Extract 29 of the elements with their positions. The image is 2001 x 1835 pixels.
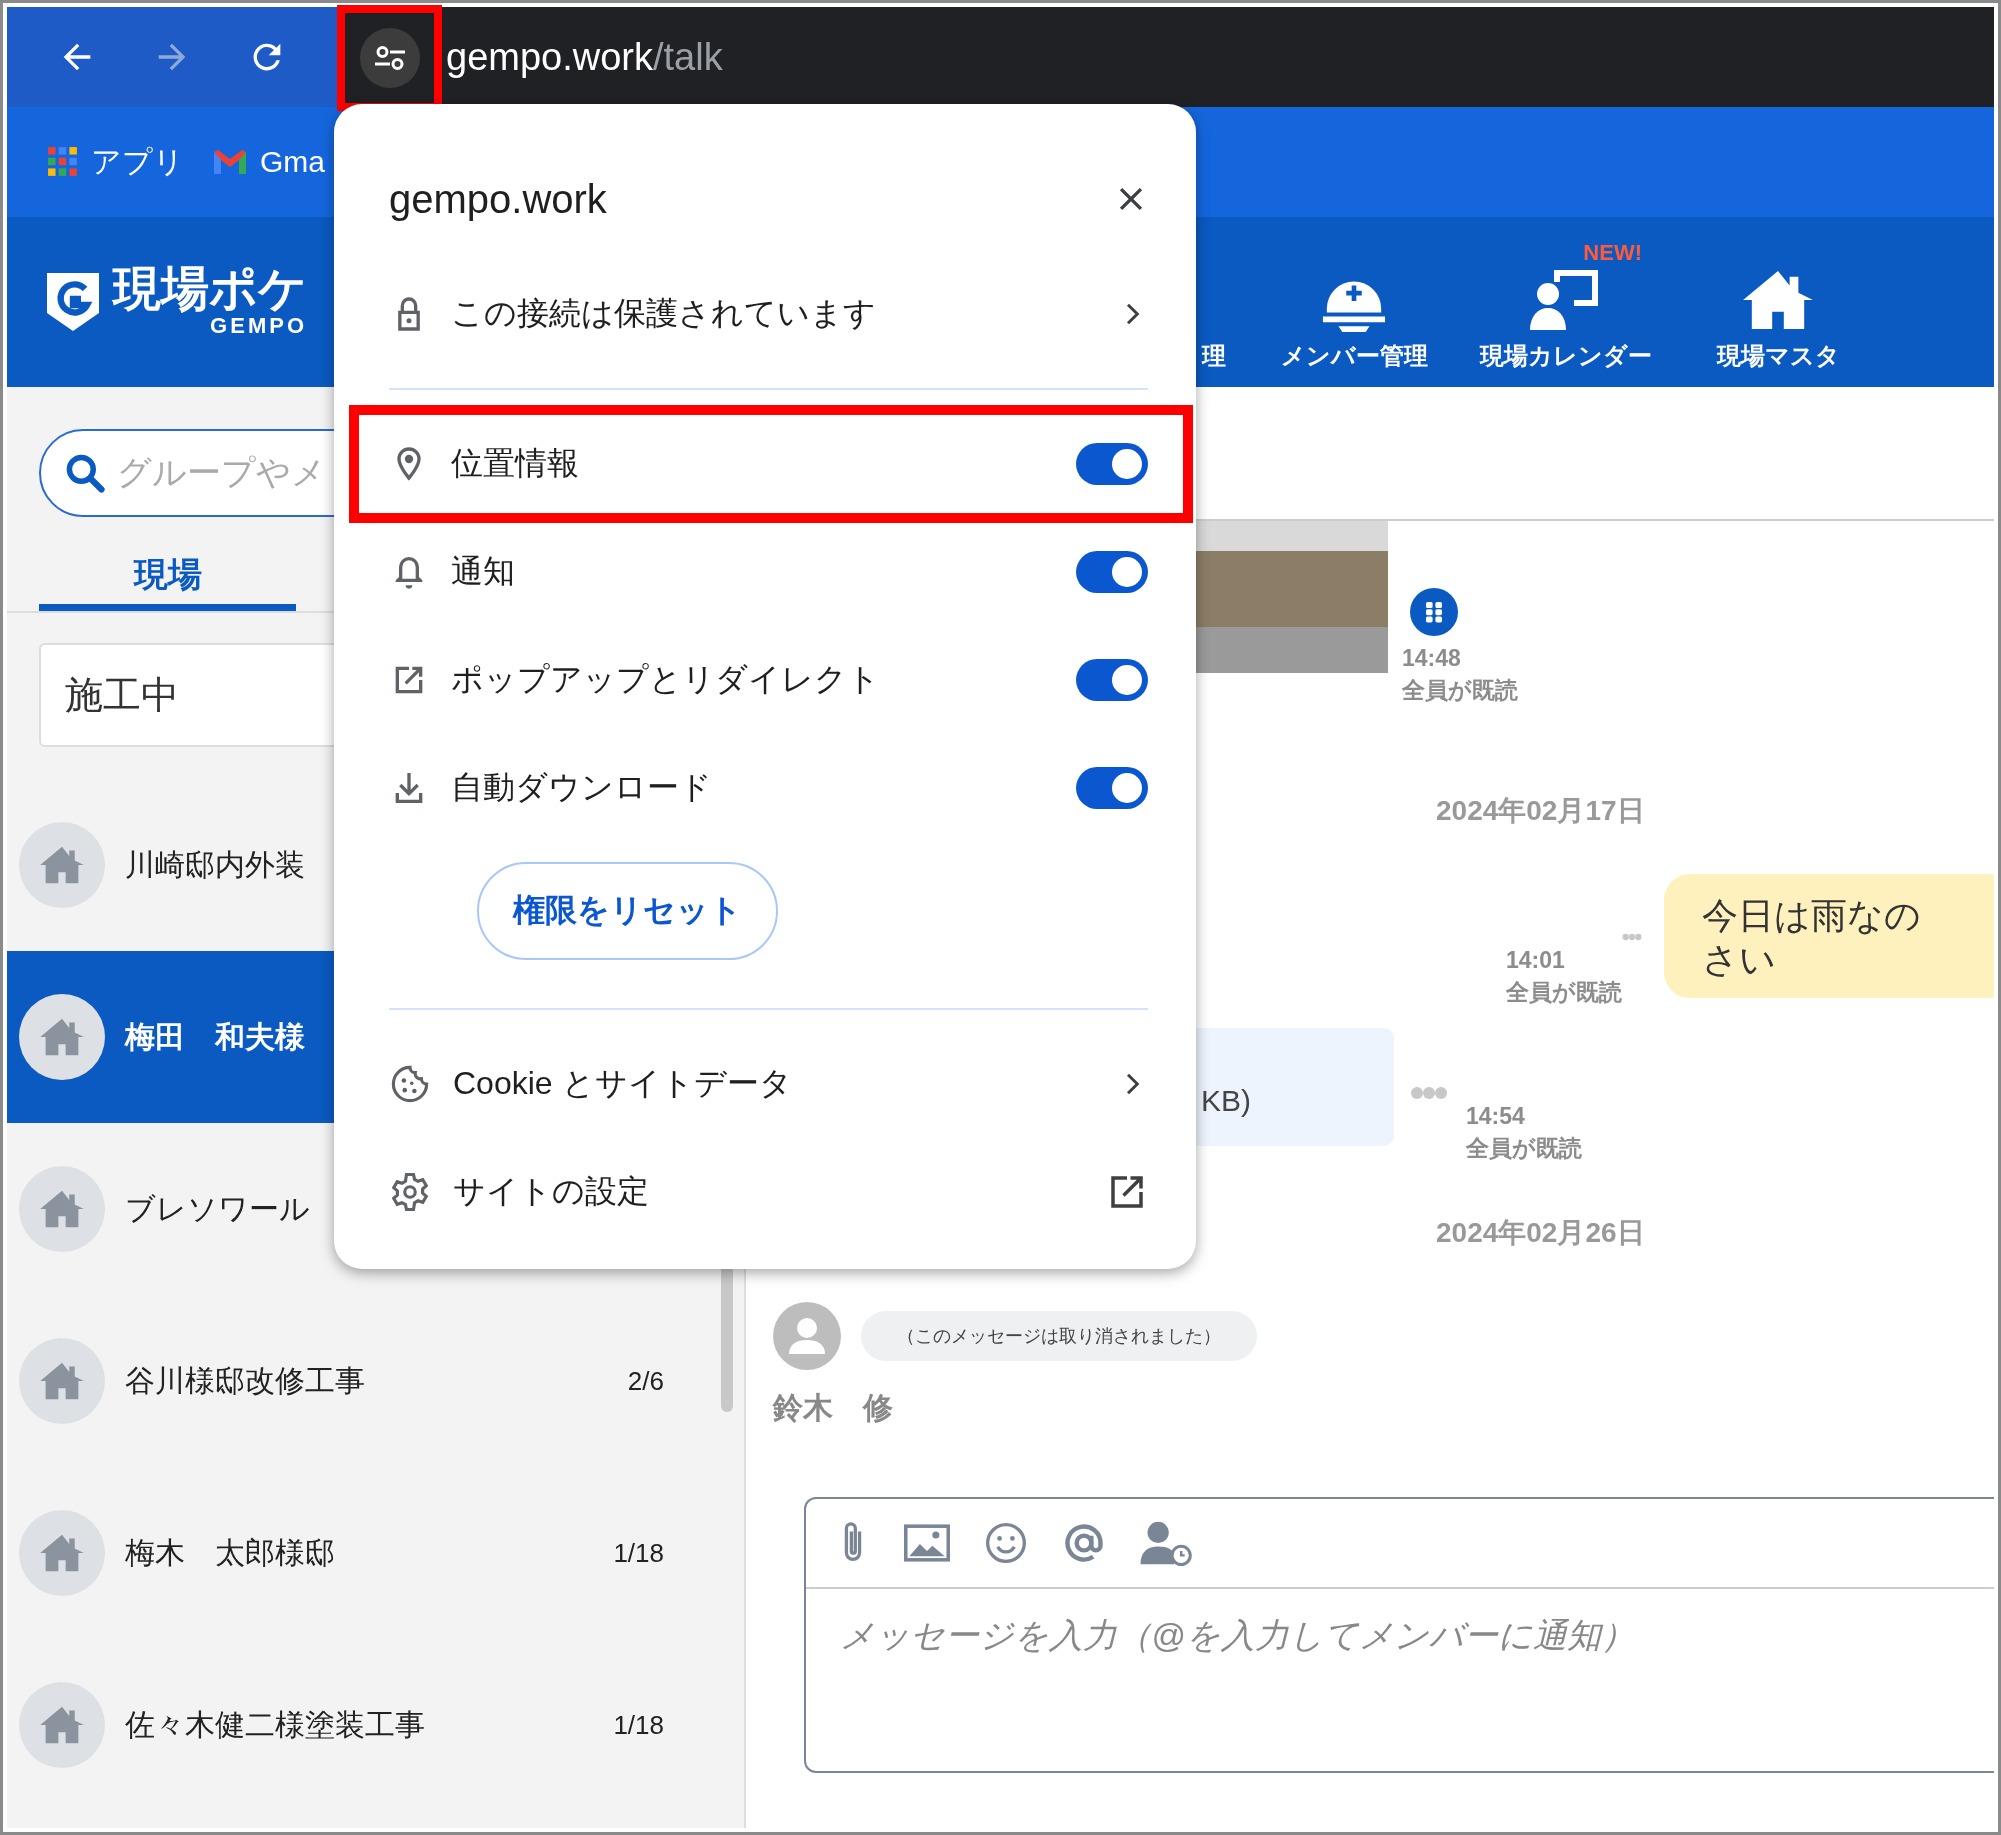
site-name: 佐々木健二様塗装工事	[125, 1706, 425, 1743]
site-name: 谷川様邸改修工事	[125, 1362, 365, 1399]
message-time: 14:01	[1506, 946, 1566, 975]
logo-text: 現場ポケ	[113, 265, 307, 313]
unread-count: 1/18	[613, 1709, 664, 1741]
site-name: 梅田 和夫様	[125, 1018, 305, 1055]
read-status: 全員が既読	[1466, 1134, 1582, 1163]
unread-count: 1/18	[613, 1537, 664, 1569]
site-name: ブレソワール	[125, 1190, 310, 1227]
logo-subtitle: GEMPO	[210, 313, 307, 339]
site-name: 梅木 太郎様邸	[125, 1534, 335, 1571]
popup-title: gempo.work	[389, 176, 607, 222]
site-name: 川崎邸内外装	[125, 846, 305, 883]
permission-label: 位置情報	[451, 444, 580, 483]
message-time: 14:54	[1466, 1102, 1526, 1131]
read-status: 全員が既読	[1402, 676, 1518, 705]
search-placeholder: グループやメ	[117, 452, 326, 493]
permission-label: ポップアップとリダイレクト	[451, 660, 881, 699]
permission-label: 自動ダウンロード	[451, 768, 713, 807]
read-status: 全員が既読	[1506, 978, 1622, 1007]
sender-name: 鈴木 修	[773, 1390, 894, 1426]
date-separator: 2024年02月17日	[1436, 794, 1646, 828]
date-separator: 2024年02月26日	[1436, 1216, 1646, 1250]
message-text: 今日は雨なのさい	[1702, 894, 1922, 982]
message-time: 14:48	[1402, 644, 1462, 673]
unread-count: 2/6	[627, 1365, 664, 1397]
recalled-message: （このメッセージは取り消されました）	[861, 1311, 1257, 1361]
new-label: NEW!	[1583, 240, 1642, 266]
permission-label: 通知	[451, 552, 516, 591]
